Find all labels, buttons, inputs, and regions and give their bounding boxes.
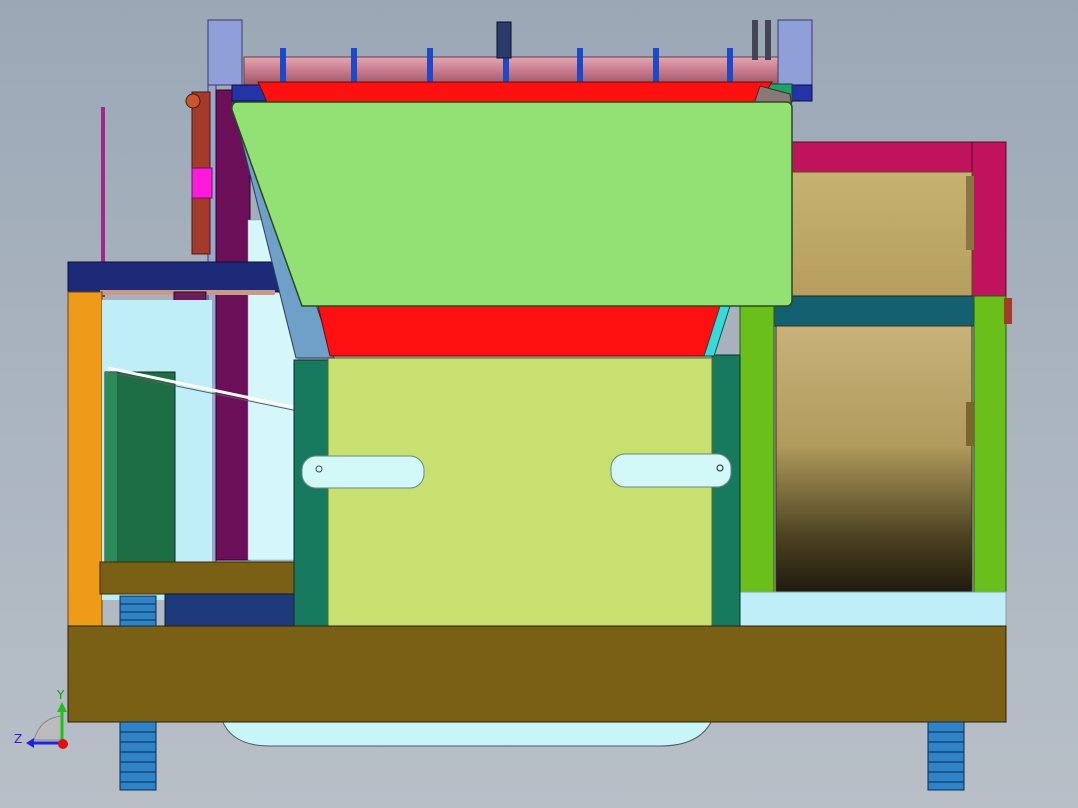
y-axis-arrow-icon	[57, 702, 67, 712]
center-dark-green-left	[293, 359, 329, 627]
cad-model-canvas[interactable]	[0, 0, 1078, 808]
hopper-rim-bottom	[317, 305, 725, 357]
left-top-block	[207, 19, 243, 86]
center-dark-green-right	[711, 354, 741, 627]
slot-right[interactable]	[610, 453, 732, 488]
top-roller-bar	[243, 56, 781, 86]
right-green-post-right	[973, 295, 1007, 593]
x-axis-dot-icon	[58, 739, 68, 749]
right-green-post-left	[739, 295, 775, 593]
triad-arc	[33, 715, 63, 741]
right-top-rod	[752, 20, 758, 60]
z-axis-label: Z	[14, 732, 23, 746]
cad-viewport[interactable]: Y Z	[0, 0, 1078, 808]
lower-drum	[775, 325, 973, 593]
left-orange-post	[67, 291, 103, 629]
rear-left-wheel[interactable]	[119, 721, 157, 791]
right-magenta-post	[971, 141, 1007, 299]
under-cyan-tray	[221, 719, 713, 747]
right-cyan-plate	[739, 591, 1007, 627]
center-drum-panel	[327, 357, 713, 627]
upper-roller-hub	[966, 176, 974, 250]
left-dark-beam	[67, 261, 281, 293]
base-plate	[67, 625, 1007, 723]
rear-right-wheel[interactable]	[927, 721, 965, 791]
right-top-rod-2	[765, 20, 771, 60]
left-upright-purple	[215, 89, 251, 561]
top-center-rod	[496, 21, 512, 59]
left-bolt	[185, 93, 201, 109]
hopper-front-panel	[231, 101, 793, 307]
green-motor-box-edge	[105, 372, 117, 562]
left-dark-blue-block	[164, 593, 298, 627]
lower-drum-hub	[966, 402, 974, 446]
front-left-wheel-upper	[119, 595, 157, 627]
hopper-rim-top	[257, 81, 773, 105]
coordinate-triad	[26, 702, 68, 749]
y-axis-label: Y	[57, 688, 65, 702]
left-lower-shelf	[99, 561, 297, 595]
right-bolt	[1004, 298, 1012, 324]
right-top-block	[777, 19, 813, 89]
z-axis-arrow-icon	[26, 738, 34, 748]
upper-roller-drum	[789, 171, 973, 297]
magenta-clamp	[191, 167, 213, 199]
